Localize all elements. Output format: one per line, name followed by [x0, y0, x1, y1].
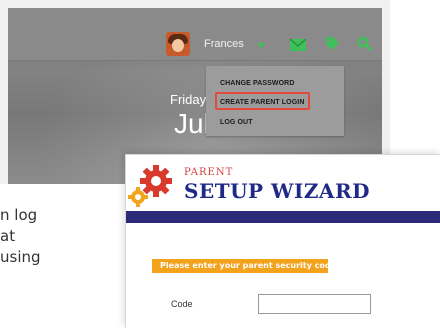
- body-text-line: n log: [0, 206, 38, 224]
- code-input[interactable]: [258, 294, 371, 314]
- code-label: Code: [171, 299, 193, 309]
- wizard-header-bar: [126, 211, 440, 223]
- date-month: Jul: [174, 108, 210, 139]
- prompt-text: Please enter your parent security code:: [160, 261, 340, 270]
- menu-item-log-out[interactable]: LOG OUT: [220, 119, 253, 126]
- gear-icon: [126, 163, 182, 217]
- search-icon[interactable]: [357, 36, 372, 55]
- body-text-fragment: n log at using: [0, 205, 41, 268]
- wizard-title: SETUP WIZARD: [184, 179, 370, 203]
- date-day: Friday: [170, 92, 207, 107]
- menu-item-change-password[interactable]: CHANGE PASSWORD: [220, 80, 294, 87]
- tag-icon[interactable]: [325, 36, 340, 55]
- mail-icon[interactable]: [289, 36, 307, 55]
- avatar[interactable]: [166, 32, 190, 56]
- highlight-box: [215, 92, 310, 110]
- chevron-down-icon[interactable]: [257, 43, 265, 48]
- parent-setup-wizard: PARENT SETUP WIZARD Please enter your pa…: [125, 154, 440, 328]
- username-menu[interactable]: Frances: [204, 38, 244, 50]
- security-code-prompt: Please enter your parent security code:: [152, 259, 339, 273]
- body-text-line: using: [0, 248, 41, 266]
- wizard-kicker: PARENT: [184, 167, 234, 178]
- body-text-line: at: [0, 227, 16, 245]
